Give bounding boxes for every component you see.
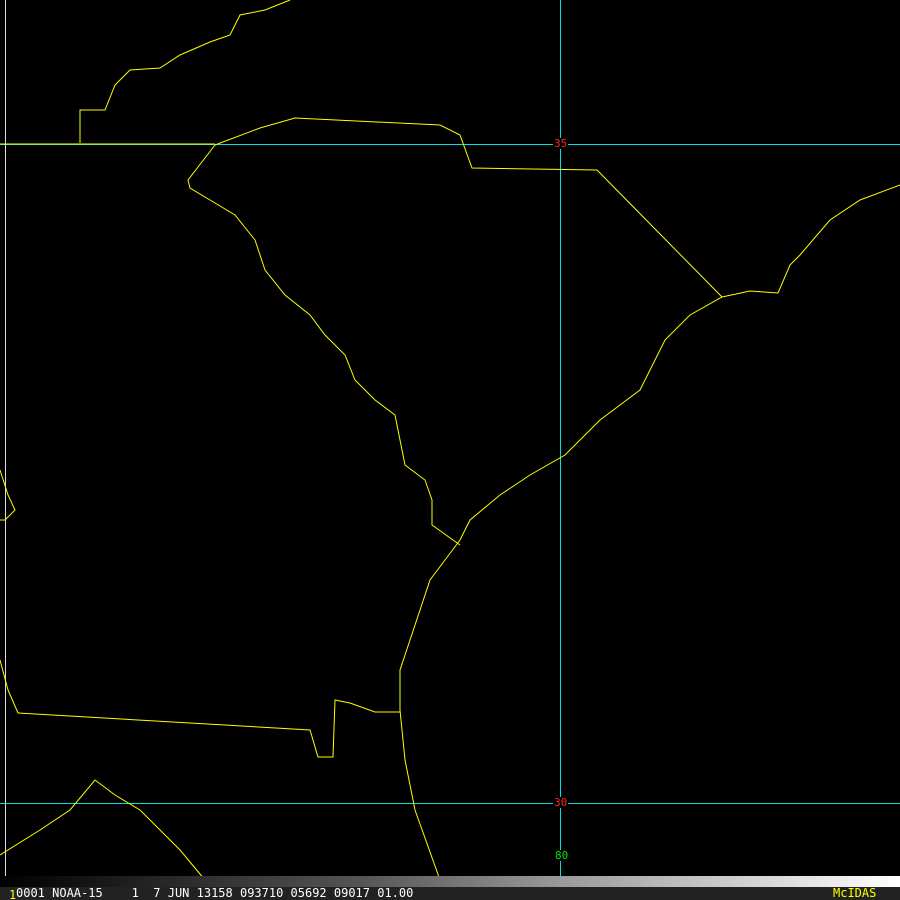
map-overlay xyxy=(0,0,900,887)
ga-fl-border xyxy=(17,699,400,758)
image-info: 0001 NOAA-15 1 7 JUN 13158 093710 05692 … xyxy=(16,886,414,900)
latitude-label-30: 30 xyxy=(553,796,569,809)
al-ga-border xyxy=(0,469,16,521)
nc-upper-border xyxy=(79,0,291,143)
satellite-image-view: 35 30 80 1 0001 NOAA-15 1 7 JUN 13158 093… xyxy=(0,0,900,900)
al-ga-border-south xyxy=(0,659,19,714)
coastline xyxy=(399,184,900,881)
longitude-label-80: 80 xyxy=(554,849,570,862)
sc-ga-border xyxy=(187,144,461,546)
florida-panhandle-coast xyxy=(0,779,206,881)
latitude-label-35: 35 xyxy=(553,137,569,150)
status-bar: 1 0001 NOAA-15 1 7 JUN 13158 093710 05692… xyxy=(0,887,900,900)
mcidas-brand: McIDAS xyxy=(833,886,877,900)
